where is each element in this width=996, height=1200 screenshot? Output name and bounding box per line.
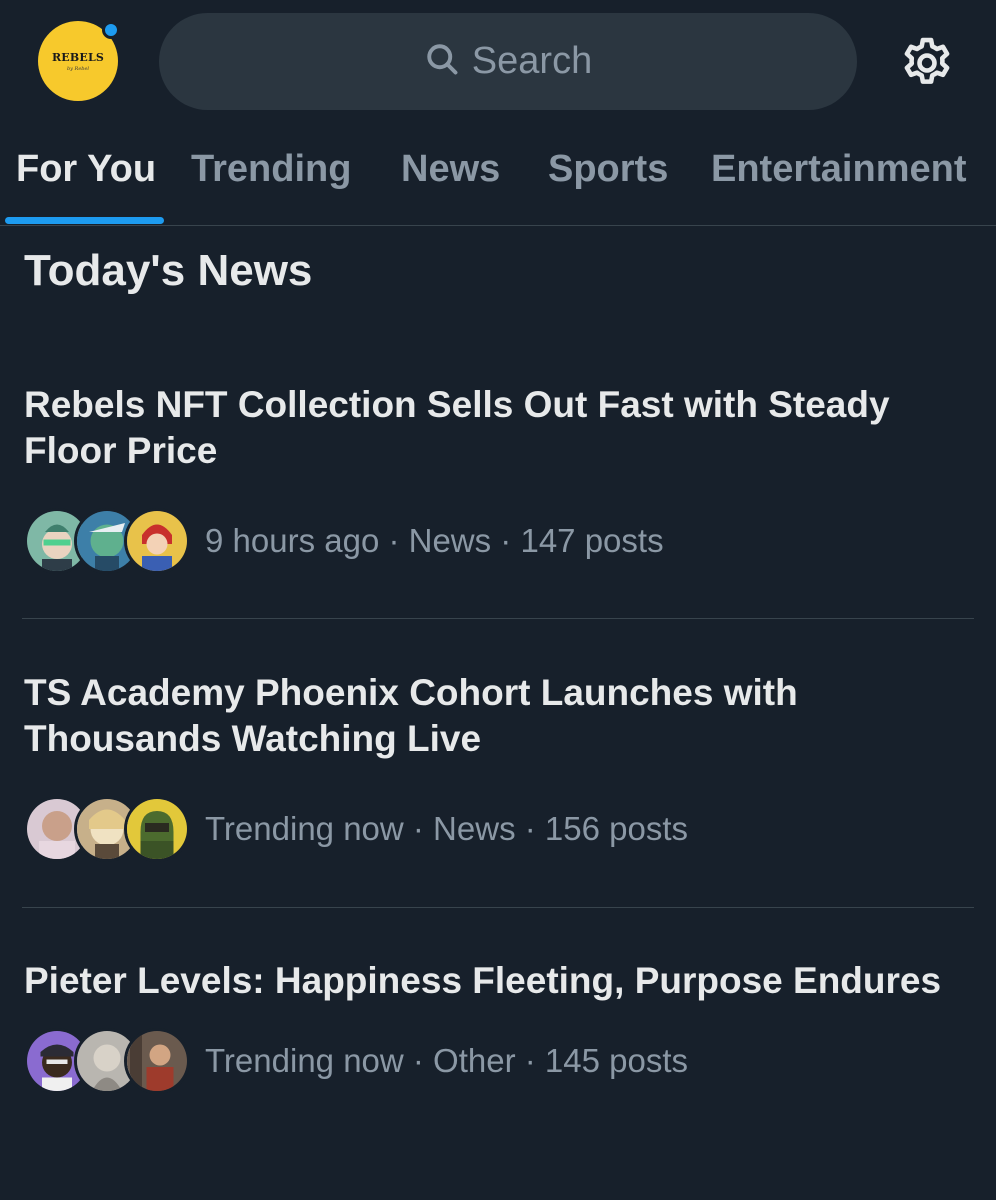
settings-button[interactable] [898, 34, 956, 92]
news-item[interactable]: Pieter Levels: Happiness Fleeting, Purpo… [24, 958, 974, 1094]
category-tabs: For You Trending News Sports Entertainme… [0, 130, 996, 226]
notification-dot-icon [102, 21, 120, 39]
news-item-meta-text: Trending now · Other · 145 posts [205, 1042, 689, 1079]
avatar [124, 796, 190, 862]
avatar-stack [24, 1028, 194, 1094]
tab-entertainment[interactable]: Entertainment [711, 148, 966, 191]
news-item-title: Pieter Levels: Happiness Fleeting, Purpo… [24, 960, 942, 1001]
avatar [124, 508, 190, 574]
search-icon [424, 41, 460, 82]
news-item-title: Rebels NFT Collection Sells Out Fast wit… [24, 384, 890, 471]
tab-trending[interactable]: Trending [191, 148, 351, 191]
tab-for-you[interactable]: For You [16, 148, 156, 191]
search-placeholder: Search [471, 40, 593, 82]
news-item-meta: Trending now · News · 156 posts [24, 796, 974, 862]
avatar [124, 1028, 190, 1094]
search-input[interactable]: Search [159, 13, 857, 110]
divider [22, 907, 974, 908]
active-tab-indicator [5, 217, 164, 224]
tab-sports[interactable]: Sports [548, 148, 668, 191]
news-item[interactable]: TS Academy Phoenix Cohort Launches with … [24, 670, 974, 862]
logo-subtext: by Rebel [66, 65, 90, 72]
news-item[interactable]: Rebels NFT Collection Sells Out Fast wit… [24, 382, 974, 574]
avatar-stack [24, 508, 194, 574]
news-item-meta-text: Trending now · News · 156 posts [205, 810, 688, 847]
logo-text: REBELS [51, 50, 105, 64]
top-bar: REBELS by Rebel Search [0, 0, 996, 120]
news-item-title: TS Academy Phoenix Cohort Launches with … [24, 672, 798, 759]
section-title: Today's News [24, 246, 313, 295]
news-item-meta: 9 hours ago · News · 147 posts [24, 508, 974, 574]
news-item-meta: Trending now · Other · 145 posts [24, 1028, 974, 1094]
divider [22, 618, 974, 619]
gear-icon [898, 37, 956, 96]
news-item-meta-text: 9 hours ago · News · 147 posts [205, 522, 664, 559]
profile-avatar-button[interactable]: REBELS by Rebel [38, 21, 120, 103]
avatar-stack [24, 796, 194, 862]
explore-screen: REBELS by Rebel Search For You Trending … [0, 0, 996, 1200]
tab-news[interactable]: News [401, 148, 500, 191]
